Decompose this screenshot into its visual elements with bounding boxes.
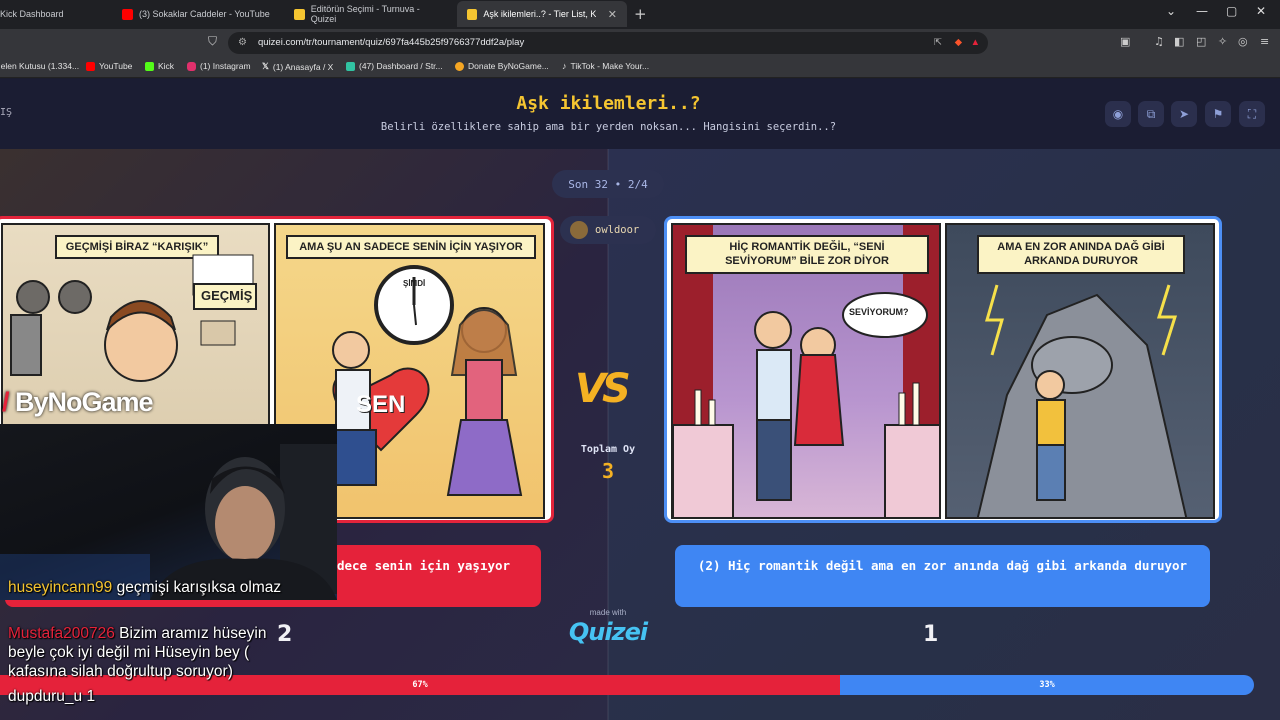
author-name: owldoor bbox=[595, 224, 640, 236]
fullscreen-icon[interactable]: ⛶ bbox=[1239, 101, 1265, 127]
tab-label: (3) Sokaklar Caddeler - YouTube bbox=[139, 9, 270, 19]
right-percentage-bar: 33% bbox=[840, 675, 1254, 695]
brave-rewards-icon[interactable]: ▲ bbox=[971, 32, 980, 54]
site-info-icon[interactable]: ⚙ bbox=[238, 32, 247, 54]
x-icon: 𝕏 bbox=[262, 61, 269, 71]
duplicate-icon[interactable]: ⧉ bbox=[1138, 101, 1164, 127]
logo-text: ByNoGame bbox=[15, 387, 154, 417]
media-icon[interactable]: ♫ bbox=[1154, 35, 1164, 48]
chat-text: geçmişi karışıksa olmaz bbox=[116, 579, 282, 596]
reader-mode-icon[interactable]: ▣ bbox=[1120, 35, 1130, 48]
chat-message: huseyincann99 geçmişi karışıksa olmaz bbox=[8, 578, 328, 597]
past-sign: GEÇMİŞ bbox=[193, 283, 257, 310]
browser-tab-bar: Kick Dashboard (3) Sokaklar Caddeler - Y… bbox=[0, 0, 1280, 29]
quiz-page: IŞ Aşk ikilemleri..? Belirli özelliklere… bbox=[0, 79, 1280, 720]
new-tab-icon[interactable]: + bbox=[634, 5, 647, 23]
tab-kick-dashboard[interactable]: Kick Dashboard bbox=[0, 1, 100, 27]
option-button-right[interactable]: (2) Hiç romantik değil ama en zor anında… bbox=[675, 545, 1210, 607]
round-indicator: Son 32 • 2/4 bbox=[552, 170, 664, 198]
address-toolbar: ⛉ ⚙ quizei.com/tr/tournament/quiz/697fa4… bbox=[0, 29, 1280, 56]
share-icon[interactable]: ➤ bbox=[1171, 101, 1197, 127]
made-with-label: made with bbox=[589, 608, 627, 617]
quiz-title: Aşk ikilemleri..? bbox=[516, 93, 701, 114]
streamlabs-icon bbox=[346, 61, 355, 71]
panel-banner: AMA EN ZOR ANINDA DAĞ GİBİ ARKANDA DURUY… bbox=[977, 235, 1185, 274]
minimize-icon[interactable]: — bbox=[1196, 4, 1208, 18]
author-badge[interactable]: owldoor bbox=[560, 216, 656, 244]
tab-search-chevron-icon[interactable]: ⌄ bbox=[1166, 4, 1176, 18]
bynogame-icon bbox=[455, 61, 464, 71]
bookmark-youtube[interactable]: YouTube bbox=[86, 61, 132, 71]
maximize-icon[interactable]: ▢ bbox=[1226, 4, 1237, 18]
tab-quizei-editors-choice[interactable]: Editörün Seçimi - Turnuva - Quizei bbox=[284, 1, 454, 27]
wallet-icon[interactable]: ◰ bbox=[1196, 35, 1206, 48]
panel-not-romantic: HİÇ ROMANTİK DEĞİL, “SENİ SEVİYORUM” BİL… bbox=[671, 223, 941, 519]
kick-icon bbox=[145, 61, 154, 71]
tab-youtube[interactable]: (3) Sokaklar Caddeler - YouTube bbox=[112, 1, 282, 27]
bookmark-tiktok[interactable]: ♪ TikTok - Make Your... bbox=[562, 61, 649, 71]
bookmark-label: YouTube bbox=[99, 61, 133, 71]
close-window-icon[interactable]: ✕ bbox=[1256, 4, 1266, 18]
panel-mountain: AMA EN ZOR ANINDA DAĞ GİBİ ARKANDA DURUY… bbox=[945, 223, 1215, 519]
quizei-icon bbox=[467, 8, 478, 20]
brave-shield-icon[interactable]: ◆ bbox=[955, 32, 962, 54]
bookmark-label: TikTok - Make Your... bbox=[570, 61, 650, 71]
vs-icon: VS bbox=[575, 366, 631, 412]
total-votes-count: 3 bbox=[601, 459, 615, 483]
chat-text: 1 bbox=[86, 688, 96, 705]
bookmark-kick[interactable]: Kick bbox=[145, 61, 174, 71]
vpn-icon[interactable]: ◎ bbox=[1238, 35, 1248, 48]
bookmarks-bar: Gelen Kutusu (1.334... YouTube Kick (1) … bbox=[0, 56, 1280, 78]
heart-label: SEN bbox=[356, 391, 406, 418]
url-bar[interactable]: ⚙ quizei.com/tr/tournament/quiz/697fa445… bbox=[228, 32, 988, 54]
bookmark-label: Donate ByNoGame... bbox=[468, 61, 549, 71]
bookmark-label: Gelen Kutusu (1.334... bbox=[0, 61, 80, 71]
option-card-right[interactable]: HİÇ ROMANTİK DEĞİL, “SENİ SEVİYORUM” BİL… bbox=[664, 216, 1222, 523]
avatar bbox=[570, 221, 588, 239]
total-votes-label: Toplam Oy bbox=[580, 444, 636, 455]
quizei-icon bbox=[294, 8, 305, 20]
panel-banner: HİÇ ROMANTİK DEĞİL, “SENİ SEVİYORUM” BİL… bbox=[685, 235, 929, 274]
youtube-icon bbox=[122, 8, 133, 20]
bookmark-label: (1) Anasayfa / X bbox=[272, 61, 334, 72]
quizei-logo[interactable]: Quizei bbox=[560, 618, 656, 646]
bookmark-label: (47) Dashboard / Str... bbox=[359, 61, 443, 71]
chat-message: Mustafa200726 Bizim aramız hüseyin beyle… bbox=[8, 624, 293, 681]
chat-message: dupduru_u 1 bbox=[8, 687, 208, 706]
bookmark-gmail[interactable]: Gelen Kutusu (1.334... bbox=[0, 61, 79, 71]
clock-label: ŞİMDİ bbox=[403, 279, 426, 288]
share-icon[interactable]: ⇱ bbox=[934, 32, 942, 54]
instagram-icon bbox=[187, 61, 196, 71]
bookmark-x[interactable]: 𝕏 (1) Anasayfa / X bbox=[262, 61, 333, 72]
bookmark-icon[interactable]: ⛉ bbox=[208, 34, 217, 49]
close-tab-icon[interactable]: ✕ bbox=[608, 8, 617, 21]
report-flag-icon[interactable]: ⚑ bbox=[1205, 101, 1231, 127]
tiktok-icon: ♪ bbox=[562, 61, 567, 71]
chat-username: dupduru_u bbox=[8, 688, 83, 705]
url-text: quizei.com/tr/tournament/quiz/697fa445b2… bbox=[258, 37, 525, 48]
leo-ai-icon[interactable]: ✧ bbox=[1218, 35, 1227, 48]
tab-label: Kick Dashboard bbox=[0, 9, 64, 19]
bookmark-donate-bynogame[interactable]: Donate ByNoGame... bbox=[455, 61, 549, 71]
chat-username: huseyincann99 bbox=[8, 579, 113, 596]
tab-ask-ikilemleri[interactable]: Aşk ikilemleri..? - Tier List, Kör Se ✕ bbox=[457, 1, 627, 27]
bynogame-logo: / ByNoGame bbox=[2, 387, 154, 417]
bookmark-label: Kick bbox=[158, 61, 175, 71]
streamer-video bbox=[0, 444, 337, 600]
tab-label: Editörün Seçimi - Turnuva - Quizei bbox=[310, 4, 420, 24]
quiz-subtitle: Belirli özelliklere sahip ama bir yerden… bbox=[380, 121, 837, 133]
bookmark-instagram[interactable]: (1) Instagram bbox=[187, 61, 251, 71]
quiz-header: IŞ Aşk ikilemleri..? Belirli özelliklere… bbox=[0, 79, 1280, 149]
speech-bubble-text: SEVİYORUM? bbox=[849, 307, 909, 317]
bookmark-streamlabs[interactable]: (47) Dashboard / Str... bbox=[346, 61, 443, 71]
webcam-overlay bbox=[0, 424, 337, 600]
right-vote-count: 1 bbox=[923, 622, 939, 647]
bookmark-label: (1) Instagram bbox=[200, 61, 251, 71]
sidebar-icon[interactable]: ◧ bbox=[1174, 35, 1184, 48]
youtube-icon bbox=[86, 61, 95, 71]
menu-icon[interactable]: ≡ bbox=[1260, 35, 1269, 48]
eye-icon[interactable]: ◉ bbox=[1105, 101, 1131, 127]
chat-username: Mustafa200726 bbox=[8, 625, 115, 642]
tab-label: Aşk ikilemleri..? - Tier List, Kör Se bbox=[483, 9, 596, 19]
